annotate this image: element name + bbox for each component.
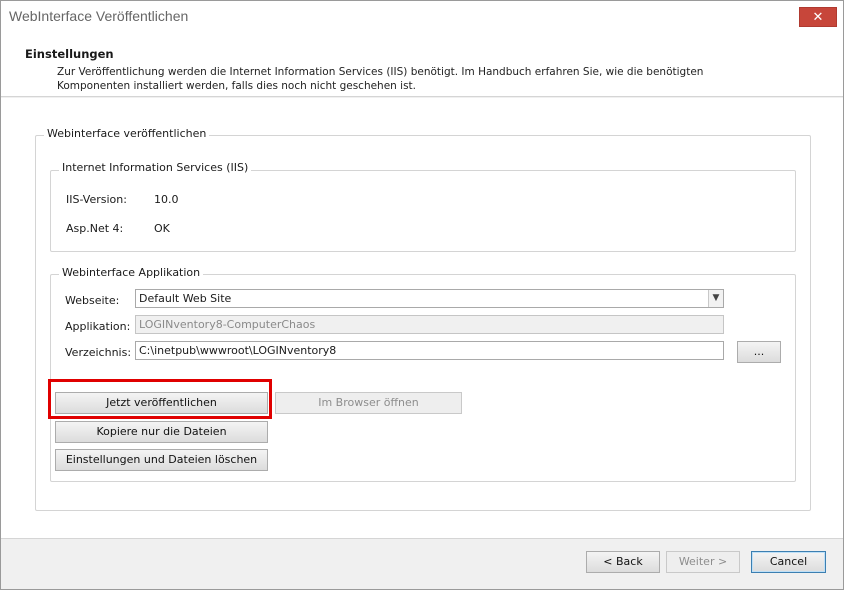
iis-version-value: 10.0 [154, 193, 179, 206]
website-select-value: Default Web Site [139, 292, 232, 305]
close-button[interactable]: ✕ [799, 7, 837, 27]
directory-field[interactable]: C:\inetpub\wwwroot\LOGINventory8 [135, 341, 724, 360]
open-browser-button[interactable]: Im Browser öffnen [275, 392, 462, 414]
title-bar: WebInterface Veröffentlichen ✕ [1, 1, 843, 33]
directory-label: Verzeichnis: [65, 346, 132, 359]
cancel-button[interactable]: Cancel [751, 551, 826, 573]
publish-group-legend: Webinterface veröffentlichen [44, 127, 210, 140]
website-label: Webseite: [65, 294, 120, 307]
aspnet-label: Asp.Net 4: [66, 222, 124, 235]
wizard-footer: < Back Weiter > Cancel [1, 538, 843, 589]
close-icon: ✕ [812, 10, 824, 25]
aspnet-value: OK [154, 222, 170, 235]
iis-group-legend: Internet Information Services (IIS) [59, 161, 252, 174]
app-group-legend: Webinterface Applikation [59, 266, 204, 279]
iis-version-label: IIS-Version: [66, 193, 127, 206]
iis-group [50, 170, 796, 252]
delete-settings-button[interactable]: Einstellungen und Dateien löschen [55, 449, 268, 471]
application-field-value: LOGINventory8-ComputerChaos [139, 318, 316, 331]
window-title: WebInterface Veröffentlichen [9, 8, 189, 24]
page-title: Einstellungen [25, 47, 114, 61]
wizard-content: Webinterface veröffentlichen Internet In… [1, 98, 843, 538]
back-button[interactable]: < Back [586, 551, 660, 573]
next-button[interactable]: Weiter > [666, 551, 740, 573]
wizard-header: Einstellungen Zur Veröffentlichung werde… [1, 33, 843, 97]
page-description: Zur Veröffentlichung werden die Internet… [57, 66, 704, 92]
chevron-down-icon[interactable]: ▼ [708, 290, 723, 307]
dialog-window: WebInterface Veröffentlichen ✕ Einstellu… [0, 0, 844, 590]
highlight-annotation [48, 379, 272, 419]
directory-field-value: C:\inetpub\wwwroot\LOGINventory8 [139, 344, 337, 357]
application-field: LOGINventory8-ComputerChaos [135, 315, 724, 334]
website-select[interactable]: Default Web Site ▼ [135, 289, 724, 308]
copy-files-button[interactable]: Kopiere nur die Dateien [55, 421, 268, 443]
application-label: Applikation: [65, 320, 131, 333]
browse-button[interactable]: ... [737, 341, 781, 363]
